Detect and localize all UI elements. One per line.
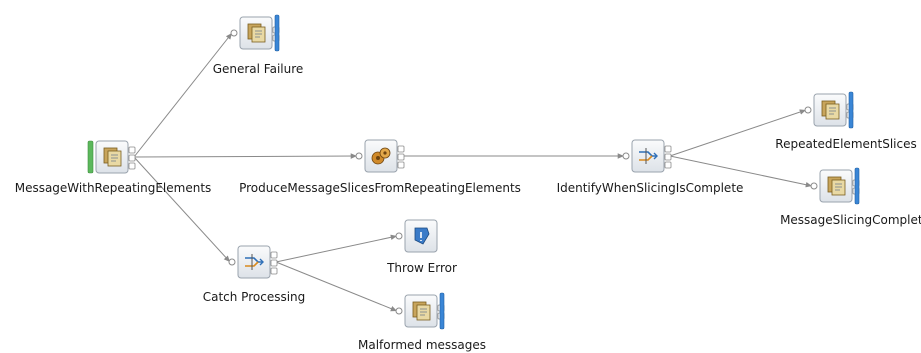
message-flow-canvas — [87, 14, 860, 330]
connection-input-to-catch[interactable] — [133, 156, 231, 263]
input-terminal[interactable] — [804, 106, 812, 114]
connection-input-to-produce[interactable] — [133, 153, 358, 159]
output-bar — [439, 292, 445, 330]
output-terminal[interactable] — [397, 145, 405, 153]
output-terminal[interactable] — [664, 153, 672, 161]
output-terminal[interactable] — [270, 259, 278, 267]
input-bar — [87, 140, 94, 174]
label-message-slicing-complete: MessageSlicingComplete — [780, 213, 921, 227]
node-complete[interactable] — [810, 167, 860, 205]
output-terminal[interactable] — [128, 146, 136, 154]
input-terminal[interactable] — [355, 152, 363, 160]
node-malformed[interactable] — [395, 292, 445, 330]
input-terminal[interactable] — [395, 232, 403, 240]
label-produce-message-slices: ProduceMessageSlicesFromRepeatingElement… — [239, 181, 521, 195]
node-general-failure[interactable] — [230, 14, 280, 52]
output-terminal[interactable] — [397, 161, 405, 169]
input-terminal[interactable] — [230, 29, 238, 37]
label-identify-when-slicing-is-complete: IdentifyWhenSlicingIsComplete — [556, 181, 744, 195]
output-icon — [412, 301, 431, 321]
label-repeated-element-slices: RepeatedElementSlices — [775, 137, 917, 151]
output-terminal[interactable] — [664, 145, 672, 153]
node-throw[interactable] — [395, 219, 438, 253]
input-terminal[interactable] — [395, 307, 403, 315]
input-terminal[interactable] — [810, 182, 818, 190]
output-terminal[interactable] — [128, 162, 136, 170]
node-catch[interactable] — [228, 245, 278, 279]
input-icon — [103, 147, 122, 167]
node-box — [237, 245, 271, 279]
connection-input-to-general_failure[interactable] — [133, 32, 233, 158]
output-terminal[interactable] — [397, 153, 405, 161]
output-icon — [247, 23, 266, 43]
node-repeated[interactable] — [804, 91, 854, 129]
connection-catch-to-throw[interactable] — [275, 234, 398, 263]
output-bar — [854, 167, 860, 205]
output-terminal[interactable] — [664, 161, 672, 169]
output-icon — [827, 176, 846, 196]
node-produce[interactable] — [355, 139, 405, 173]
output-terminal[interactable] — [270, 251, 278, 259]
node-box — [631, 139, 665, 173]
node-identify[interactable] — [622, 139, 672, 173]
input-terminal[interactable] — [228, 258, 236, 266]
output-terminal[interactable] — [128, 154, 136, 162]
output-bar — [848, 91, 854, 129]
label-malformed-messages: Malformed messages — [357, 338, 487, 352]
node-input[interactable] — [87, 140, 136, 174]
label-catch-processing: Catch Processing — [202, 290, 306, 304]
label-general-failure: General Failure — [212, 62, 304, 76]
label-message-with-repeating-elements: MessageWithRepeatingElements — [14, 181, 212, 195]
output-terminal[interactable] — [270, 267, 278, 275]
input-terminal[interactable] — [622, 152, 630, 160]
output-bar — [274, 14, 280, 52]
output-icon — [821, 100, 840, 120]
label-throw-error: Throw Error — [387, 261, 457, 275]
